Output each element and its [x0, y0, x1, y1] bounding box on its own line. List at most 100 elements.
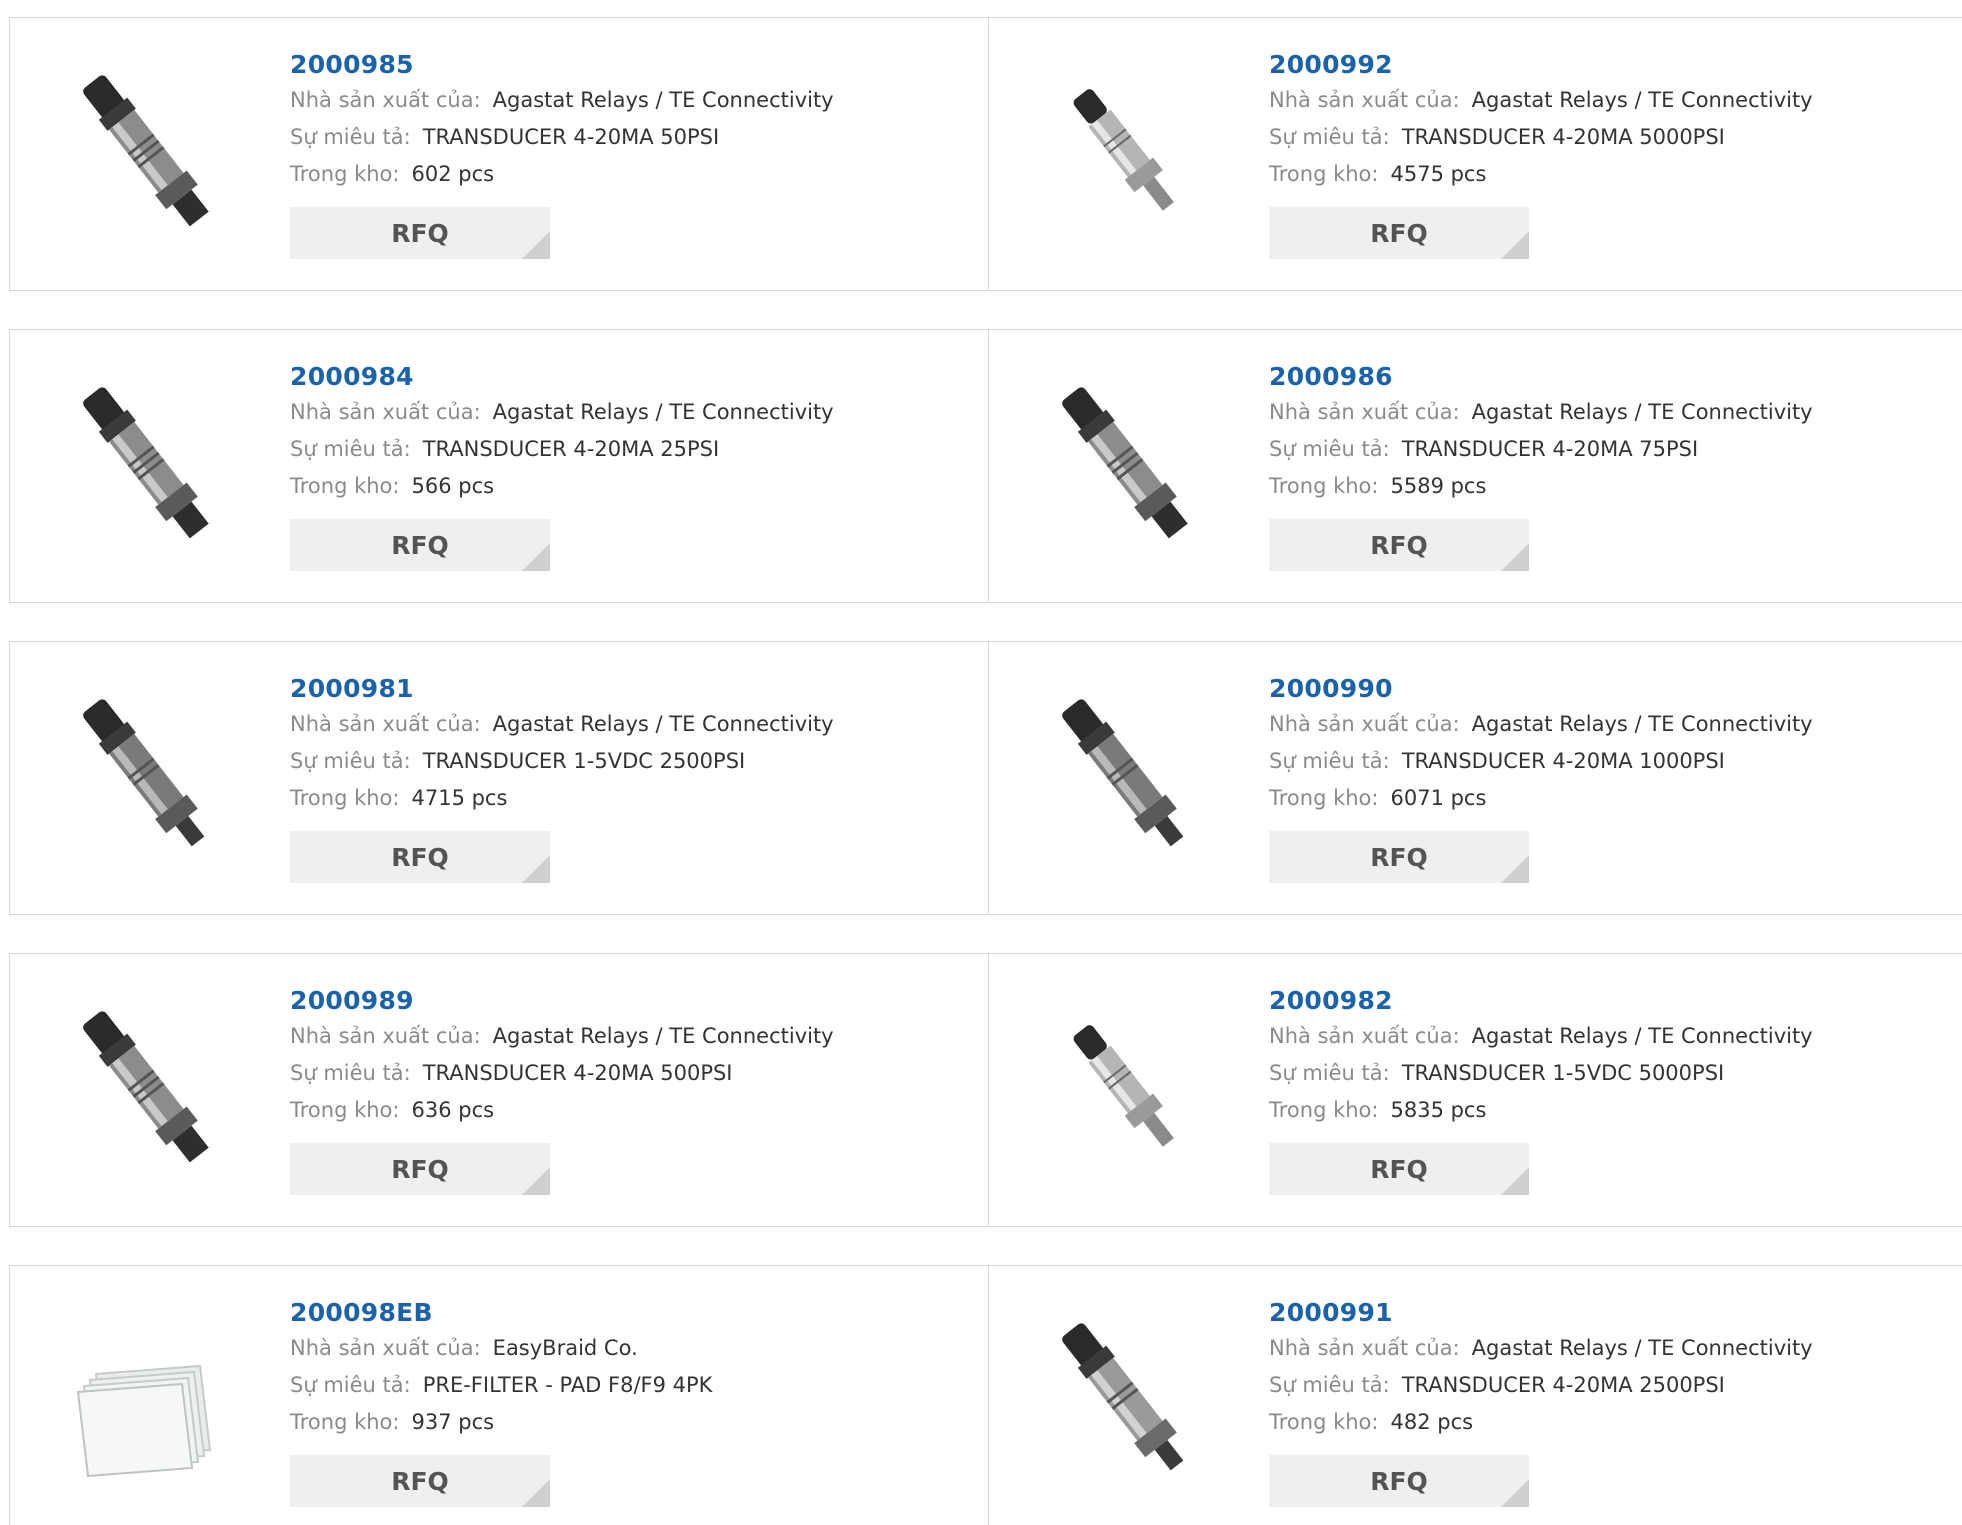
manufacturer-label: Nhà sản xuất của:: [1269, 712, 1460, 736]
description-row: Sự miêu tả: PRE-FILTER - PAD F8/F9 4PK: [290, 1367, 712, 1404]
description-value: TRANSDUCER 4-20MA 2500PSI: [1401, 1373, 1725, 1397]
stock-label: Trong kho:: [1269, 1410, 1379, 1434]
manufacturer-row: Nhà sản xuất của: Agastat Relays / TE Con…: [290, 394, 834, 431]
manufacturer-label: Nhà sản xuất của:: [290, 88, 481, 112]
rfq-button[interactable]: RFQ: [290, 1143, 550, 1195]
pressure-transducer-icon[interactable]: [50, 992, 250, 1192]
rfq-button[interactable]: RFQ: [1269, 1455, 1529, 1507]
description-value: PRE-FILTER - PAD F8/F9 4PK: [422, 1373, 713, 1397]
product-card: 200098EB Nhà sản xuất của: EasyBraid Co. …: [10, 1266, 988, 1525]
description-row: Sự miêu tả: TRANSDUCER 4-20MA 5000PSI: [1269, 119, 1813, 156]
product-card: 2000992 Nhà sản xuất của: Agastat Relays …: [988, 18, 1962, 290]
part-number-link[interactable]: 200098EB: [290, 1296, 712, 1330]
pressure-transducer-icon[interactable]: [1029, 56, 1229, 256]
description-label: Sự miêu tả:: [290, 437, 411, 461]
manufacturer-value: Agastat Relays / TE Connectivity: [492, 400, 834, 424]
manufacturer-row: Nhà sản xuất của: EasyBraid Co.: [290, 1330, 712, 1367]
product-row: 200098EB Nhà sản xuất của: EasyBraid Co. …: [9, 1265, 1962, 1525]
stock-row: Trong kho: 5589 pcs: [1269, 468, 1813, 505]
part-number-link[interactable]: 2000981: [290, 672, 834, 706]
description-value: TRANSDUCER 4-20MA 5000PSI: [1401, 125, 1725, 149]
filter-pad-icon[interactable]: [50, 1304, 250, 1504]
pressure-transducer-icon[interactable]: [50, 680, 250, 880]
pressure-transducer-icon[interactable]: [1029, 368, 1229, 568]
part-number-link[interactable]: 2000985: [290, 48, 834, 82]
rfq-button[interactable]: RFQ: [1269, 207, 1529, 259]
stock-row: Trong kho: 6071 pcs: [1269, 780, 1813, 817]
product-row: 2000984 Nhà sản xuất của: Agastat Relays …: [9, 329, 1962, 603]
manufacturer-value: Agastat Relays / TE Connectivity: [492, 88, 834, 112]
stock-label: Trong kho:: [290, 1098, 400, 1122]
pressure-transducer-icon[interactable]: [1029, 680, 1229, 880]
description-value: TRANSDUCER 1-5VDC 5000PSI: [1401, 1061, 1725, 1085]
description-value: TRANSDUCER 4-20MA 25PSI: [422, 437, 720, 461]
stock-value: 602 pcs: [411, 162, 495, 186]
part-number-link[interactable]: 2000986: [1269, 360, 1813, 394]
product-card: 2000981 Nhà sản xuất của: Agastat Relays …: [10, 642, 988, 914]
manufacturer-row: Nhà sản xuất của: Agastat Relays / TE Con…: [290, 1018, 834, 1055]
manufacturer-label: Nhà sản xuất của:: [1269, 88, 1460, 112]
stock-label: Trong kho:: [1269, 162, 1379, 186]
stock-value: 636 pcs: [411, 1098, 495, 1122]
manufacturer-row: Nhà sản xuất của: Agastat Relays / TE Con…: [1269, 706, 1813, 743]
rfq-button[interactable]: RFQ: [290, 831, 550, 883]
manufacturer-value: Agastat Relays / TE Connectivity: [1471, 400, 1813, 424]
manufacturer-value: Agastat Relays / TE Connectivity: [492, 712, 834, 736]
manufacturer-value: Agastat Relays / TE Connectivity: [1471, 1336, 1813, 1360]
manufacturer-row: Nhà sản xuất của: Agastat Relays / TE Con…: [290, 82, 834, 119]
description-label: Sự miêu tả:: [290, 1061, 411, 1085]
stock-label: Trong kho:: [1269, 786, 1379, 810]
pressure-transducer-icon[interactable]: [50, 368, 250, 568]
stock-value: 5589 pcs: [1390, 474, 1487, 498]
manufacturer-label: Nhà sản xuất của:: [290, 712, 481, 736]
manufacturer-value: Agastat Relays / TE Connectivity: [1471, 1024, 1813, 1048]
stock-label: Trong kho:: [1269, 1098, 1379, 1122]
part-number-link[interactable]: 2000992: [1269, 48, 1813, 82]
description-row: Sự miêu tả: TRANSDUCER 1-5VDC 5000PSI: [1269, 1055, 1813, 1092]
part-number-link[interactable]: 2000990: [1269, 672, 1813, 706]
pressure-transducer-icon[interactable]: [50, 56, 250, 256]
product-card: 2000991 Nhà sản xuất của: Agastat Relays …: [988, 1266, 1962, 1525]
description-label: Sự miêu tả:: [1269, 437, 1390, 461]
part-number-link[interactable]: 2000982: [1269, 984, 1813, 1018]
description-row: Sự miêu tả: TRANSDUCER 4-20MA 25PSI: [290, 431, 834, 468]
manufacturer-label: Nhà sản xuất của:: [290, 1336, 481, 1360]
stock-value: 5835 pcs: [1390, 1098, 1487, 1122]
description-value: TRANSDUCER 4-20MA 500PSI: [422, 1061, 733, 1085]
stock-row: Trong kho: 566 pcs: [290, 468, 834, 505]
manufacturer-row: Nhà sản xuất của: Agastat Relays / TE Con…: [290, 706, 834, 743]
pressure-transducer-icon[interactable]: [1029, 1304, 1229, 1504]
product-card: 2000982 Nhà sản xuất của: Agastat Relays …: [988, 954, 1962, 1226]
rfq-button[interactable]: RFQ: [1269, 519, 1529, 571]
description-label: Sự miêu tả:: [1269, 125, 1390, 149]
description-value: TRANSDUCER 1-5VDC 2500PSI: [422, 749, 746, 773]
rfq-button[interactable]: RFQ: [290, 519, 550, 571]
stock-row: Trong kho: 4715 pcs: [290, 780, 834, 817]
stock-value: 482 pcs: [1390, 1410, 1474, 1434]
stock-row: Trong kho: 4575 pcs: [1269, 156, 1813, 193]
part-number-link[interactable]: 2000984: [290, 360, 834, 394]
description-label: Sự miêu tả:: [1269, 1061, 1390, 1085]
description-value: TRANSDUCER 4-20MA 75PSI: [1401, 437, 1699, 461]
part-number-link[interactable]: 2000991: [1269, 1296, 1813, 1330]
product-row: 2000981 Nhà sản xuất của: Agastat Relays …: [9, 641, 1962, 915]
stock-label: Trong kho:: [290, 1410, 400, 1434]
stock-row: Trong kho: 602 pcs: [290, 156, 834, 193]
pressure-transducer-icon[interactable]: [1029, 992, 1229, 1192]
rfq-button[interactable]: RFQ: [290, 1455, 550, 1507]
product-row: 2000985 Nhà sản xuất của: Agastat Relays …: [9, 17, 1962, 291]
manufacturer-label: Nhà sản xuất của:: [1269, 400, 1460, 424]
manufacturer-label: Nhà sản xuất của:: [290, 400, 481, 424]
manufacturer-row: Nhà sản xuất của: Agastat Relays / TE Con…: [1269, 82, 1813, 119]
description-row: Sự miêu tả: TRANSDUCER 4-20MA 75PSI: [1269, 431, 1813, 468]
description-label: Sự miêu tả:: [290, 1373, 411, 1397]
rfq-button[interactable]: RFQ: [290, 207, 550, 259]
stock-row: Trong kho: 5835 pcs: [1269, 1092, 1813, 1129]
description-value: TRANSDUCER 4-20MA 1000PSI: [1401, 749, 1725, 773]
rfq-button[interactable]: RFQ: [1269, 831, 1529, 883]
product-list: 2000985 Nhà sản xuất của: Agastat Relays …: [0, 0, 1962, 1525]
manufacturer-value: Agastat Relays / TE Connectivity: [1471, 88, 1813, 112]
manufacturer-value: EasyBraid Co.: [492, 1336, 638, 1360]
part-number-link[interactable]: 2000989: [290, 984, 834, 1018]
rfq-button[interactable]: RFQ: [1269, 1143, 1529, 1195]
